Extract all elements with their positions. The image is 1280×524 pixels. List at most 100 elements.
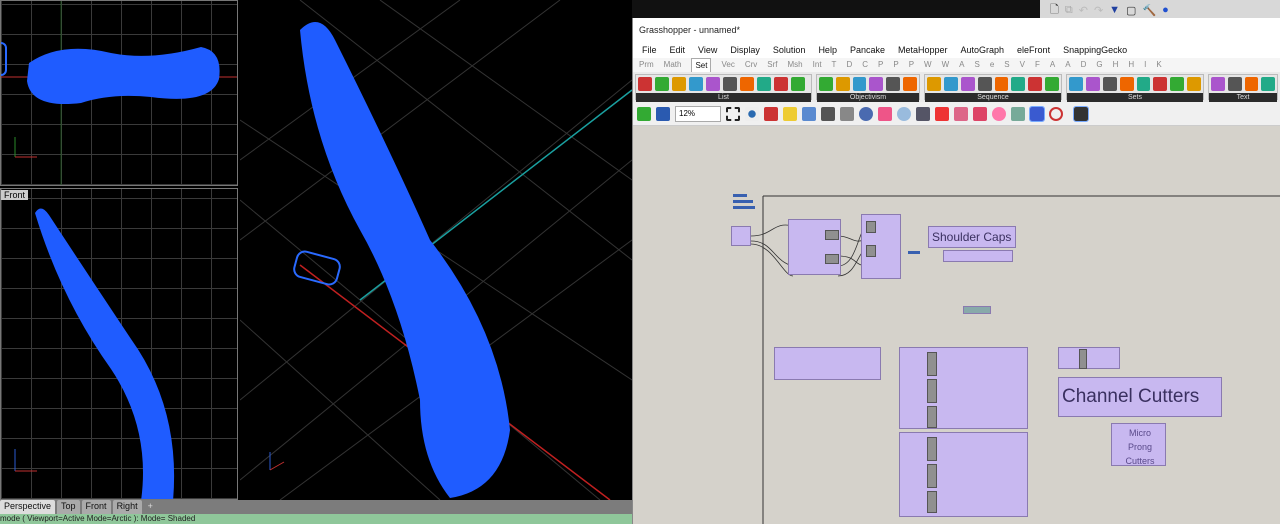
box-icon[interactable] [878,106,892,121]
zoom-extents-icon[interactable] [726,106,740,121]
menu-autograph[interactable]: AutoGraph [961,42,1005,58]
tab-msh[interactable]: Msh [788,58,803,72]
tab-g[interactable]: G [1096,58,1102,72]
menu-pancake[interactable]: Pancake [850,42,885,58]
tab-srf[interactable]: Srf [767,58,777,72]
menu-edit[interactable]: Edit [670,42,686,58]
tab-k[interactable]: K [1156,58,1161,72]
component-icon[interactable] [1102,77,1117,91]
component-icon[interactable] [1119,77,1134,91]
component-icon[interactable] [774,77,788,91]
add-viewport-tab[interactable]: + [144,500,157,514]
menu-display[interactable]: Display [730,42,760,58]
curve-icon[interactable] [954,106,968,121]
group[interactable] [963,306,991,314]
tab-top[interactable]: Top [57,500,80,514]
tab-w[interactable]: W [942,58,950,72]
group[interactable] [731,226,751,246]
panel-icons[interactable] [1209,75,1277,93]
viewport-label-front[interactable]: Front [1,190,29,200]
component-icon[interactable] [1153,77,1168,91]
tab-c[interactable]: C [862,58,868,72]
record-icon[interactable] [992,106,1006,121]
group-spin-curves[interactable] [774,347,881,380]
filter-icon[interactable]: ▼ [1109,4,1120,16]
tab-crv[interactable]: Crv [745,58,757,72]
help-icon[interactable]: ● [1162,4,1169,16]
menu-view[interactable]: View [698,42,717,58]
component-icon[interactable] [1011,77,1026,91]
hammer-icon[interactable]: 🔨 [1142,4,1156,17]
component-icon[interactable] [903,77,917,91]
component-icon[interactable] [740,77,754,91]
panel-icons[interactable] [636,75,811,93]
component-icon[interactable] [1085,77,1100,91]
component-icon[interactable] [1136,77,1151,91]
tab-s[interactable]: S [975,58,980,72]
palette-icon[interactable] [1011,106,1025,121]
component-icon[interactable] [852,77,867,91]
tab-w[interactable]: W [924,58,932,72]
component-icon[interactable] [1028,77,1043,91]
frame-icon[interactable]: ▢ [1126,4,1136,17]
tab-prm[interactable]: Prm [639,58,654,72]
component-icon[interactable] [1045,77,1059,91]
disable-icon[interactable] [1049,106,1063,121]
component-icon[interactable] [1211,77,1225,91]
tab-p[interactable]: P [909,58,914,72]
split-icon[interactable] [973,106,987,121]
panel-label[interactable]: Objectivism [817,93,919,102]
tab-f[interactable]: F [1035,58,1040,72]
component-icon[interactable] [1227,77,1242,91]
sketch-icon[interactable] [764,106,778,121]
component-icon[interactable] [943,77,958,91]
panel-icons[interactable] [1067,75,1203,93]
tab-d[interactable]: D [1081,58,1087,72]
component-icon[interactable] [1187,77,1201,91]
disconnect-icon[interactable] [935,106,949,121]
tab-front[interactable]: Front [81,500,111,514]
group-micro-prong-cutters[interactable]: Micro Prong Cutters [1111,423,1166,466]
component-icon[interactable] [994,77,1009,91]
param[interactable] [733,206,755,209]
save-icon[interactable] [656,106,670,121]
component-icon[interactable] [960,77,975,91]
component-icon[interactable] [1261,77,1275,91]
tab-perspective[interactable]: Perspective [0,500,56,514]
group-primary[interactable] [861,214,901,279]
clock-icon[interactable] [802,106,816,121]
tab-a[interactable]: A [1065,58,1070,72]
tab-vec[interactable]: Vec [721,58,734,72]
menu-solution[interactable]: Solution [773,42,806,58]
viewport-perspective[interactable] [240,0,632,500]
command-line[interactable]: mode ( Viewport=Active Mode=Arctic ): Mo… [0,514,632,524]
undo-icon[interactable]: ↶ [1079,4,1088,17]
component-icon[interactable] [819,77,833,91]
window-icon[interactable] [840,106,854,121]
grasshopper-canvas[interactable]: Shoulder Caps Channel Cutters Micro Pron… [633,126,1280,524]
panel-label[interactable]: Sequence [925,93,1061,102]
component-icon[interactable] [638,77,652,91]
panel-icons[interactable] [817,75,919,93]
new-file-icon[interactable]: 🗋 [1050,1,1059,20]
component-icon[interactable] [1244,77,1259,91]
grid-icon[interactable] [1029,105,1045,122]
bin-icon[interactable] [783,106,797,121]
tab-p[interactable]: P [878,58,883,72]
tab-a[interactable]: A [1050,58,1055,72]
panel-label[interactable]: List [636,93,811,102]
component-icon[interactable] [869,77,884,91]
redo-icon[interactable]: ↷ [1094,4,1103,17]
bulb-icon[interactable] [897,106,911,121]
group[interactable] [1058,347,1120,369]
component-icon[interactable] [1069,77,1083,91]
tab-s[interactable]: S [1004,58,1009,72]
zoom-dropdown[interactable]: 12% [675,105,721,122]
gha-icon[interactable] [821,106,835,121]
component-icon[interactable] [791,77,805,91]
tab-int[interactable]: Int [813,58,822,72]
group-large-2[interactable] [899,432,1028,517]
tab-i[interactable]: I [1144,58,1146,72]
param[interactable] [733,194,747,197]
tab-h[interactable]: H [1113,58,1119,72]
